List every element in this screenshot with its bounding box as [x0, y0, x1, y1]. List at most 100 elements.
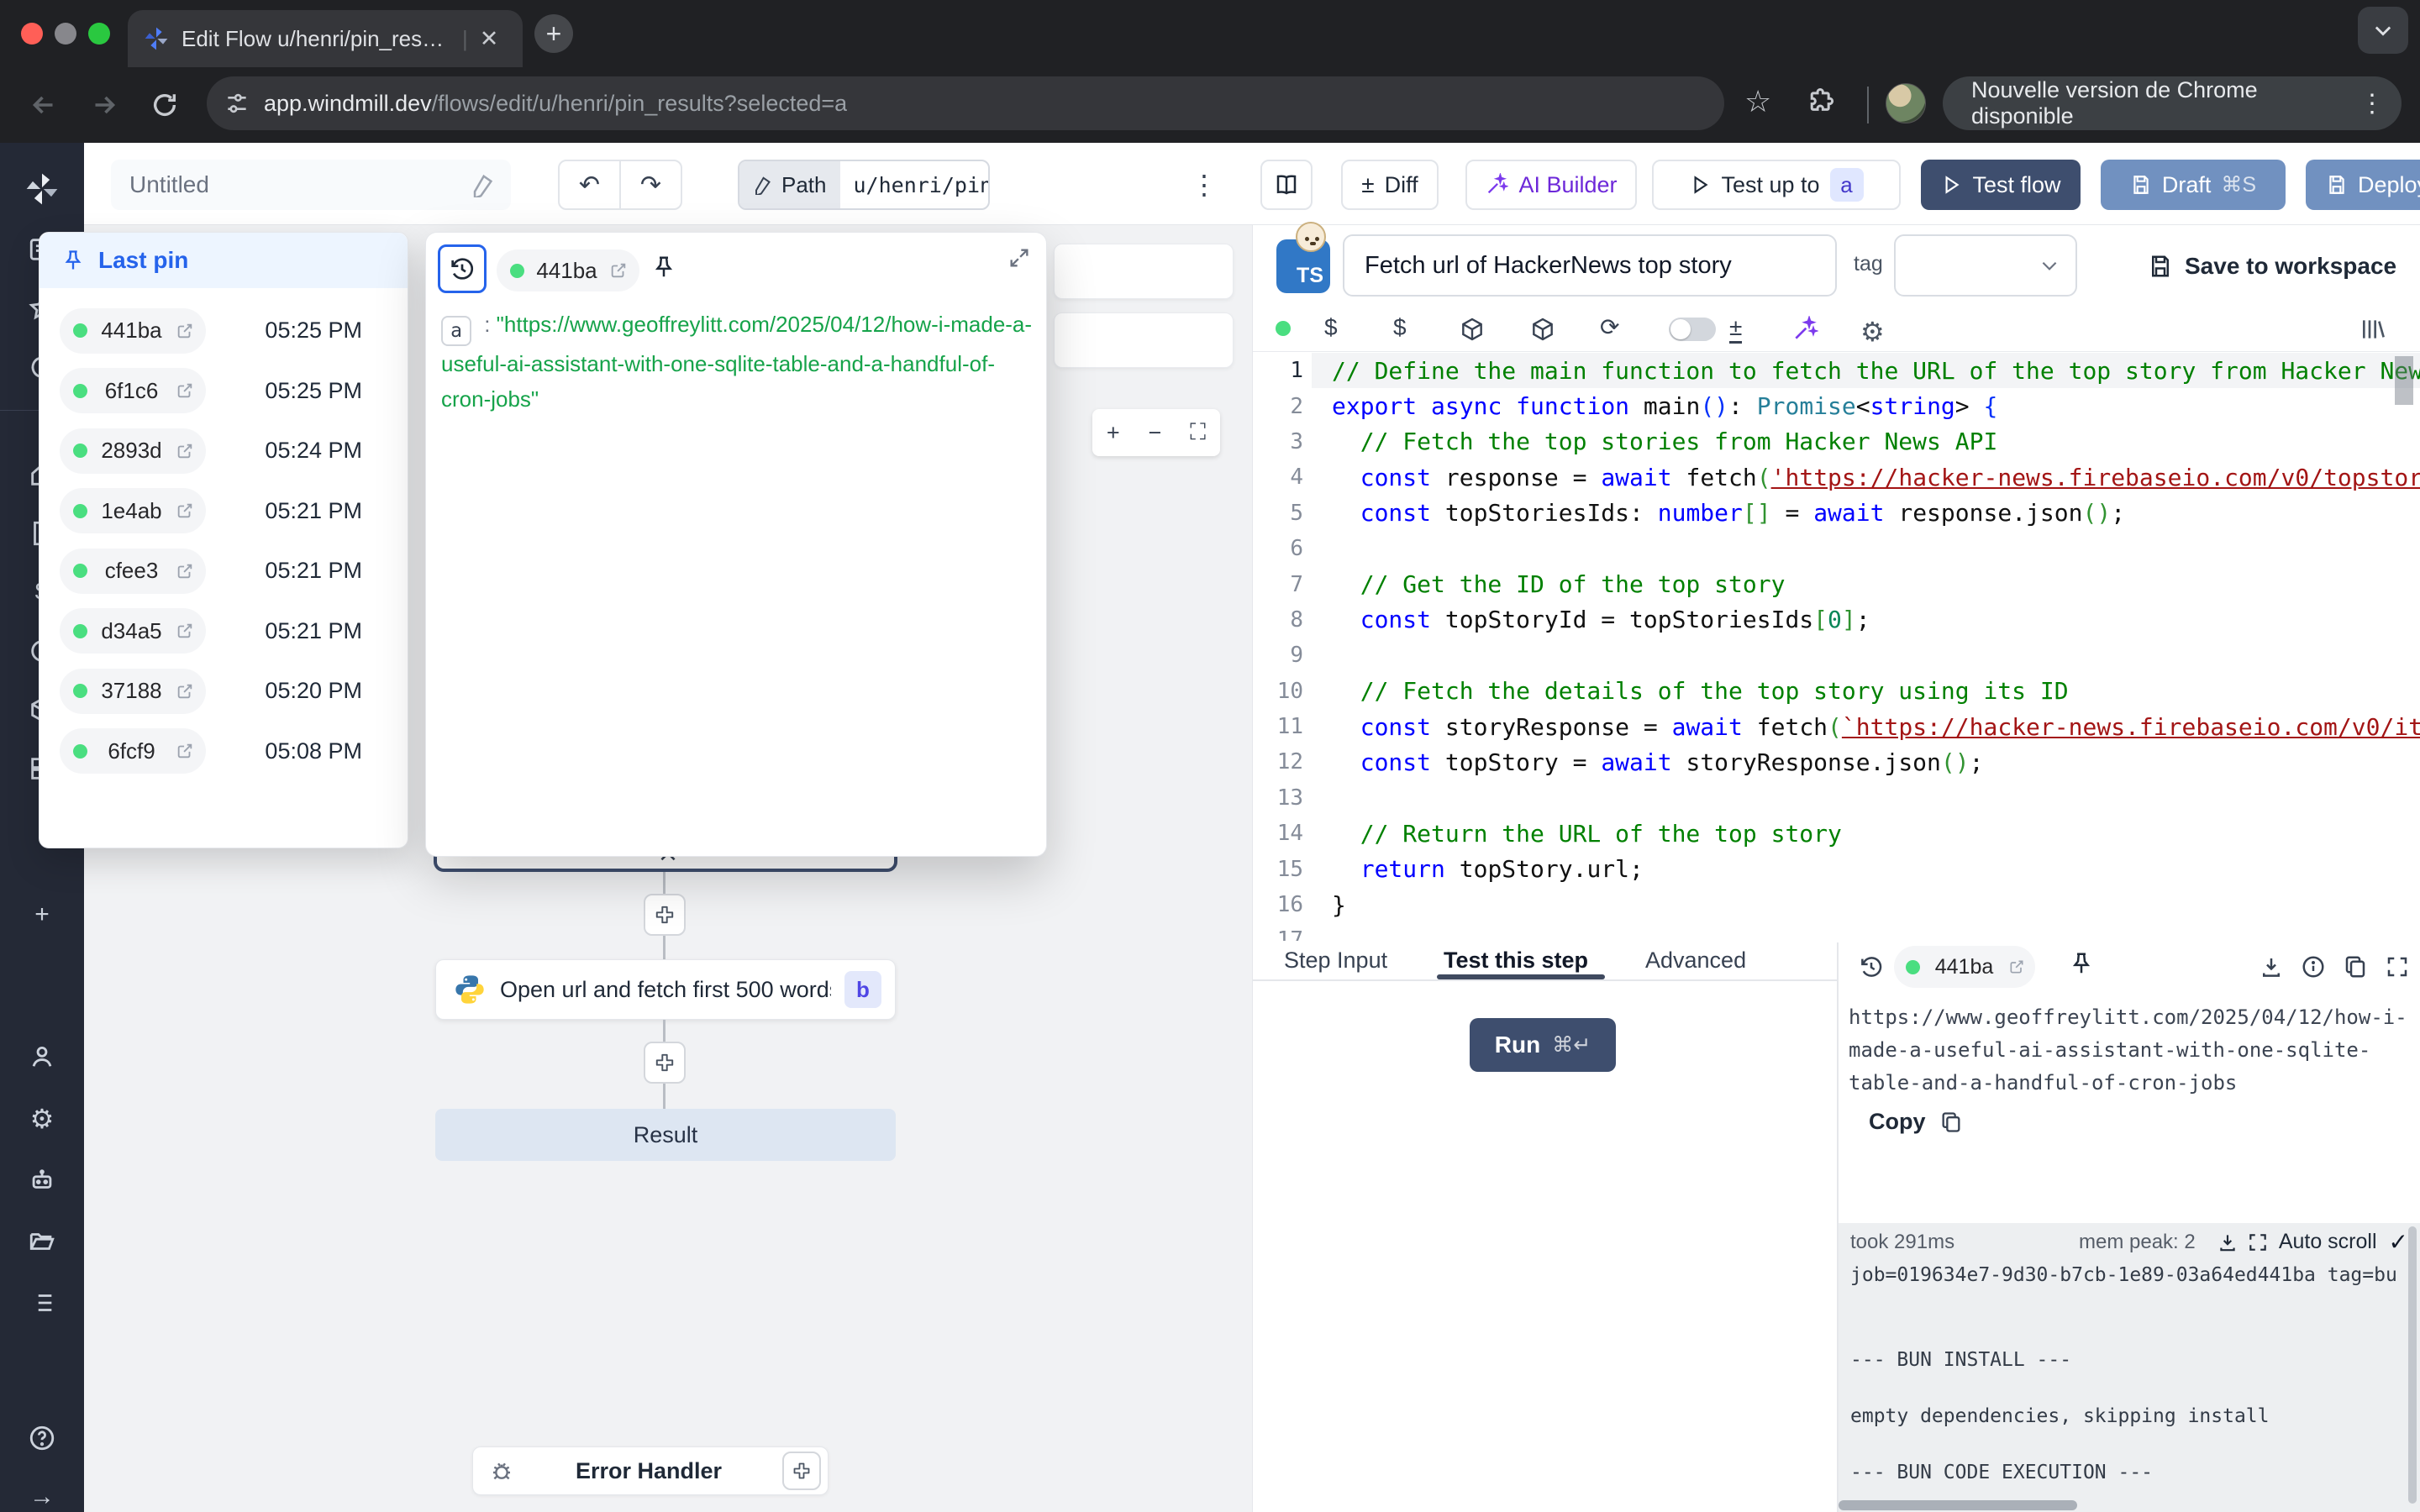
external-link-icon[interactable]: [176, 562, 194, 580]
history-button[interactable]: [438, 244, 487, 293]
add-step-button[interactable]: [644, 894, 686, 936]
address-bar[interactable]: app.windmill.dev/flows/edit/u/henri/pin_…: [207, 76, 1724, 130]
external-link-icon[interactable]: [2008, 958, 2025, 975]
run-id-pill[interactable]: 1e4ab: [60, 488, 206, 533]
code-line[interactable]: 5 const topStoriesIds: number[] = await …: [1253, 496, 2420, 531]
last-pin-row[interactable]: d34a5 05:21 PM: [39, 601, 408, 662]
ai-builder-button[interactable]: AI Builder: [1465, 160, 1637, 210]
line-content[interactable]: [1312, 922, 2420, 941]
line-content[interactable]: // Define the main function to fetch the…: [1312, 353, 2420, 388]
test-up-to-button[interactable]: Test up to a: [1652, 160, 1901, 210]
add-error-handler-button[interactable]: [782, 1452, 821, 1490]
expand-icon[interactable]: [1007, 246, 1031, 270]
sidebar-collapse-button[interactable]: →: [27, 1482, 57, 1512]
line-content[interactable]: // Fetch the top stories from Hacker New…: [1312, 424, 2420, 459]
log-horizontal-scrollbar[interactable]: [1839, 1500, 2077, 1510]
package-lock-icon[interactable]: [1529, 316, 1556, 343]
diff-mode-icon[interactable]: ±: [1729, 316, 1742, 344]
redo-button[interactable]: ↷: [621, 161, 681, 208]
line-content[interactable]: [1312, 780, 2420, 816]
undo-button[interactable]: ↶: [560, 161, 621, 208]
tab-advanced[interactable]: Advanced: [1645, 948, 1746, 974]
code-scrollbar-thumb[interactable]: [2395, 356, 2413, 405]
run-button[interactable]: Run ⌘↵: [1470, 1018, 1616, 1072]
line-content[interactable]: }: [1312, 887, 2420, 922]
last-pin-header[interactable]: Last pin: [39, 233, 408, 288]
code-line[interactable]: 10 // Fetch the details of the top story…: [1253, 674, 2420, 709]
external-link-icon[interactable]: [176, 501, 194, 520]
error-handler-node[interactable]: Error Handler: [472, 1446, 829, 1495]
browser-back-button[interactable]: [25, 87, 62, 123]
flow-name-input[interactable]: Untitled: [111, 160, 511, 210]
editor-toggle[interactable]: [1669, 318, 1716, 341]
last-pin-row[interactable]: 1e4ab 05:21 PM: [39, 481, 408, 542]
pin-icon[interactable]: [2069, 951, 2094, 976]
sidebar-item-add[interactable]: +: [27, 900, 57, 930]
ai-assist-icon[interactable]: [1791, 316, 1818, 343]
window-zoom-button[interactable]: [88, 23, 110, 45]
sidebar-item-help[interactable]: [27, 1423, 57, 1453]
run-id-pill[interactable]: 37188: [60, 669, 206, 714]
tag-select[interactable]: [1894, 234, 2077, 297]
code-line[interactable]: 7 // Get the ID of the top story: [1253, 566, 2420, 601]
chrome-menu-icon[interactable]: ⋮: [2360, 89, 2385, 118]
code-line[interactable]: 16}: [1253, 887, 2420, 922]
code-line[interactable]: 14 // Return the URL of the top story: [1253, 816, 2420, 851]
fit-view-button[interactable]: ⛶: [1190, 419, 1206, 446]
step-node-b[interactable]: Open url and fetch first 500 words of ..…: [435, 959, 896, 1020]
avatar[interactable]: [1886, 83, 1926, 123]
result-url[interactable]: https://www.geoffreylitt.com/2025/04/12/…: [1849, 1001, 2412, 1100]
code-line[interactable]: 13: [1253, 780, 2420, 816]
run-id-pill[interactable]: 441ba: [497, 249, 639, 291]
external-link-icon[interactable]: [176, 381, 194, 400]
info-icon[interactable]: [2301, 954, 2326, 979]
add-step-button[interactable]: [644, 1042, 686, 1084]
external-link-icon[interactable]: [609, 261, 628, 280]
line-content[interactable]: const topStoryId = topStoriesIds[0];: [1312, 602, 2420, 638]
last-pin-row[interactable]: 6f1c6 05:25 PM: [39, 361, 408, 422]
external-link-icon[interactable]: [176, 322, 194, 340]
fullscreen-icon[interactable]: [2385, 954, 2410, 979]
line-content[interactable]: export async function main(): Promise<st…: [1312, 388, 2420, 423]
path-label-segment[interactable]: Path: [739, 161, 840, 208]
pinned-result-body[interactable]: a : "https://www.geoffreylitt.com/2025/0…: [441, 307, 1034, 417]
test-flow-button[interactable]: Test flow: [1921, 160, 2081, 210]
variables-icon[interactable]: $: [1324, 316, 1338, 339]
line-content[interactable]: const response = await fetch('https://ha…: [1312, 459, 2420, 495]
external-link-icon[interactable]: [176, 742, 194, 760]
download-logs-icon[interactable]: [2217, 1231, 2238, 1253]
line-content[interactable]: // Get the ID of the top story: [1312, 566, 2420, 601]
external-link-icon[interactable]: [176, 442, 194, 460]
log-lines[interactable]: job=019634e7-9d30-b7cb-1e89-03a64ed441ba…: [1850, 1262, 2396, 1505]
edit-pencil-icon[interactable]: [471, 172, 496, 197]
code-line[interactable]: 1// Define the main function to fetch th…: [1253, 353, 2420, 388]
browser-forward-button[interactable]: [86, 87, 123, 123]
step-title-input[interactable]: Fetch url of HackerNews top story: [1343, 234, 1837, 297]
last-pin-row[interactable]: 37188 05:20 PM: [39, 661, 408, 722]
code-line[interactable]: 4 const response = await fetch('https://…: [1253, 459, 2420, 495]
external-link-icon[interactable]: [176, 682, 194, 701]
log-vertical-scrollbar[interactable]: [2408, 1226, 2417, 1504]
code-line[interactable]: 12 const topStory = await storyResponse.…: [1253, 744, 2420, 780]
sidebar-item-folders[interactable]: [27, 1226, 57, 1257]
line-content[interactable]: [1312, 638, 2420, 673]
reset-icon[interactable]: ⟳: [1600, 316, 1619, 339]
run-id-pill[interactable]: 2893d: [60, 428, 206, 474]
last-pin-row[interactable]: 441ba 05:25 PM: [39, 301, 408, 361]
code-line[interactable]: 2export async function main(): Promise<s…: [1253, 388, 2420, 423]
line-content[interactable]: return topStory.url;: [1312, 851, 2420, 886]
resources-icon[interactable]: $: [1393, 316, 1407, 339]
draft-button[interactable]: Draft ⌘S: [2101, 160, 2286, 210]
sidebar-item-workers[interactable]: [27, 1165, 57, 1195]
extensions-icon[interactable]: [1805, 87, 1837, 118]
line-content[interactable]: // Return the URL of the top story: [1312, 816, 2420, 851]
code-line[interactable]: 17: [1253, 922, 2420, 941]
tab-step-input[interactable]: Step Input: [1284, 948, 1387, 974]
code-line[interactable]: 3 // Fetch the top stories from Hacker N…: [1253, 424, 2420, 459]
code-line[interactable]: 15 return topStory.url;: [1253, 851, 2420, 886]
browser-reload-button[interactable]: [146, 87, 183, 123]
windmill-logo[interactable]: [24, 171, 60, 207]
line-content[interactable]: // Fetch the details of the top story us…: [1312, 674, 2420, 709]
expand-logs-icon[interactable]: [2247, 1231, 2269, 1253]
library-panel-icon[interactable]: [2360, 316, 2386, 343]
